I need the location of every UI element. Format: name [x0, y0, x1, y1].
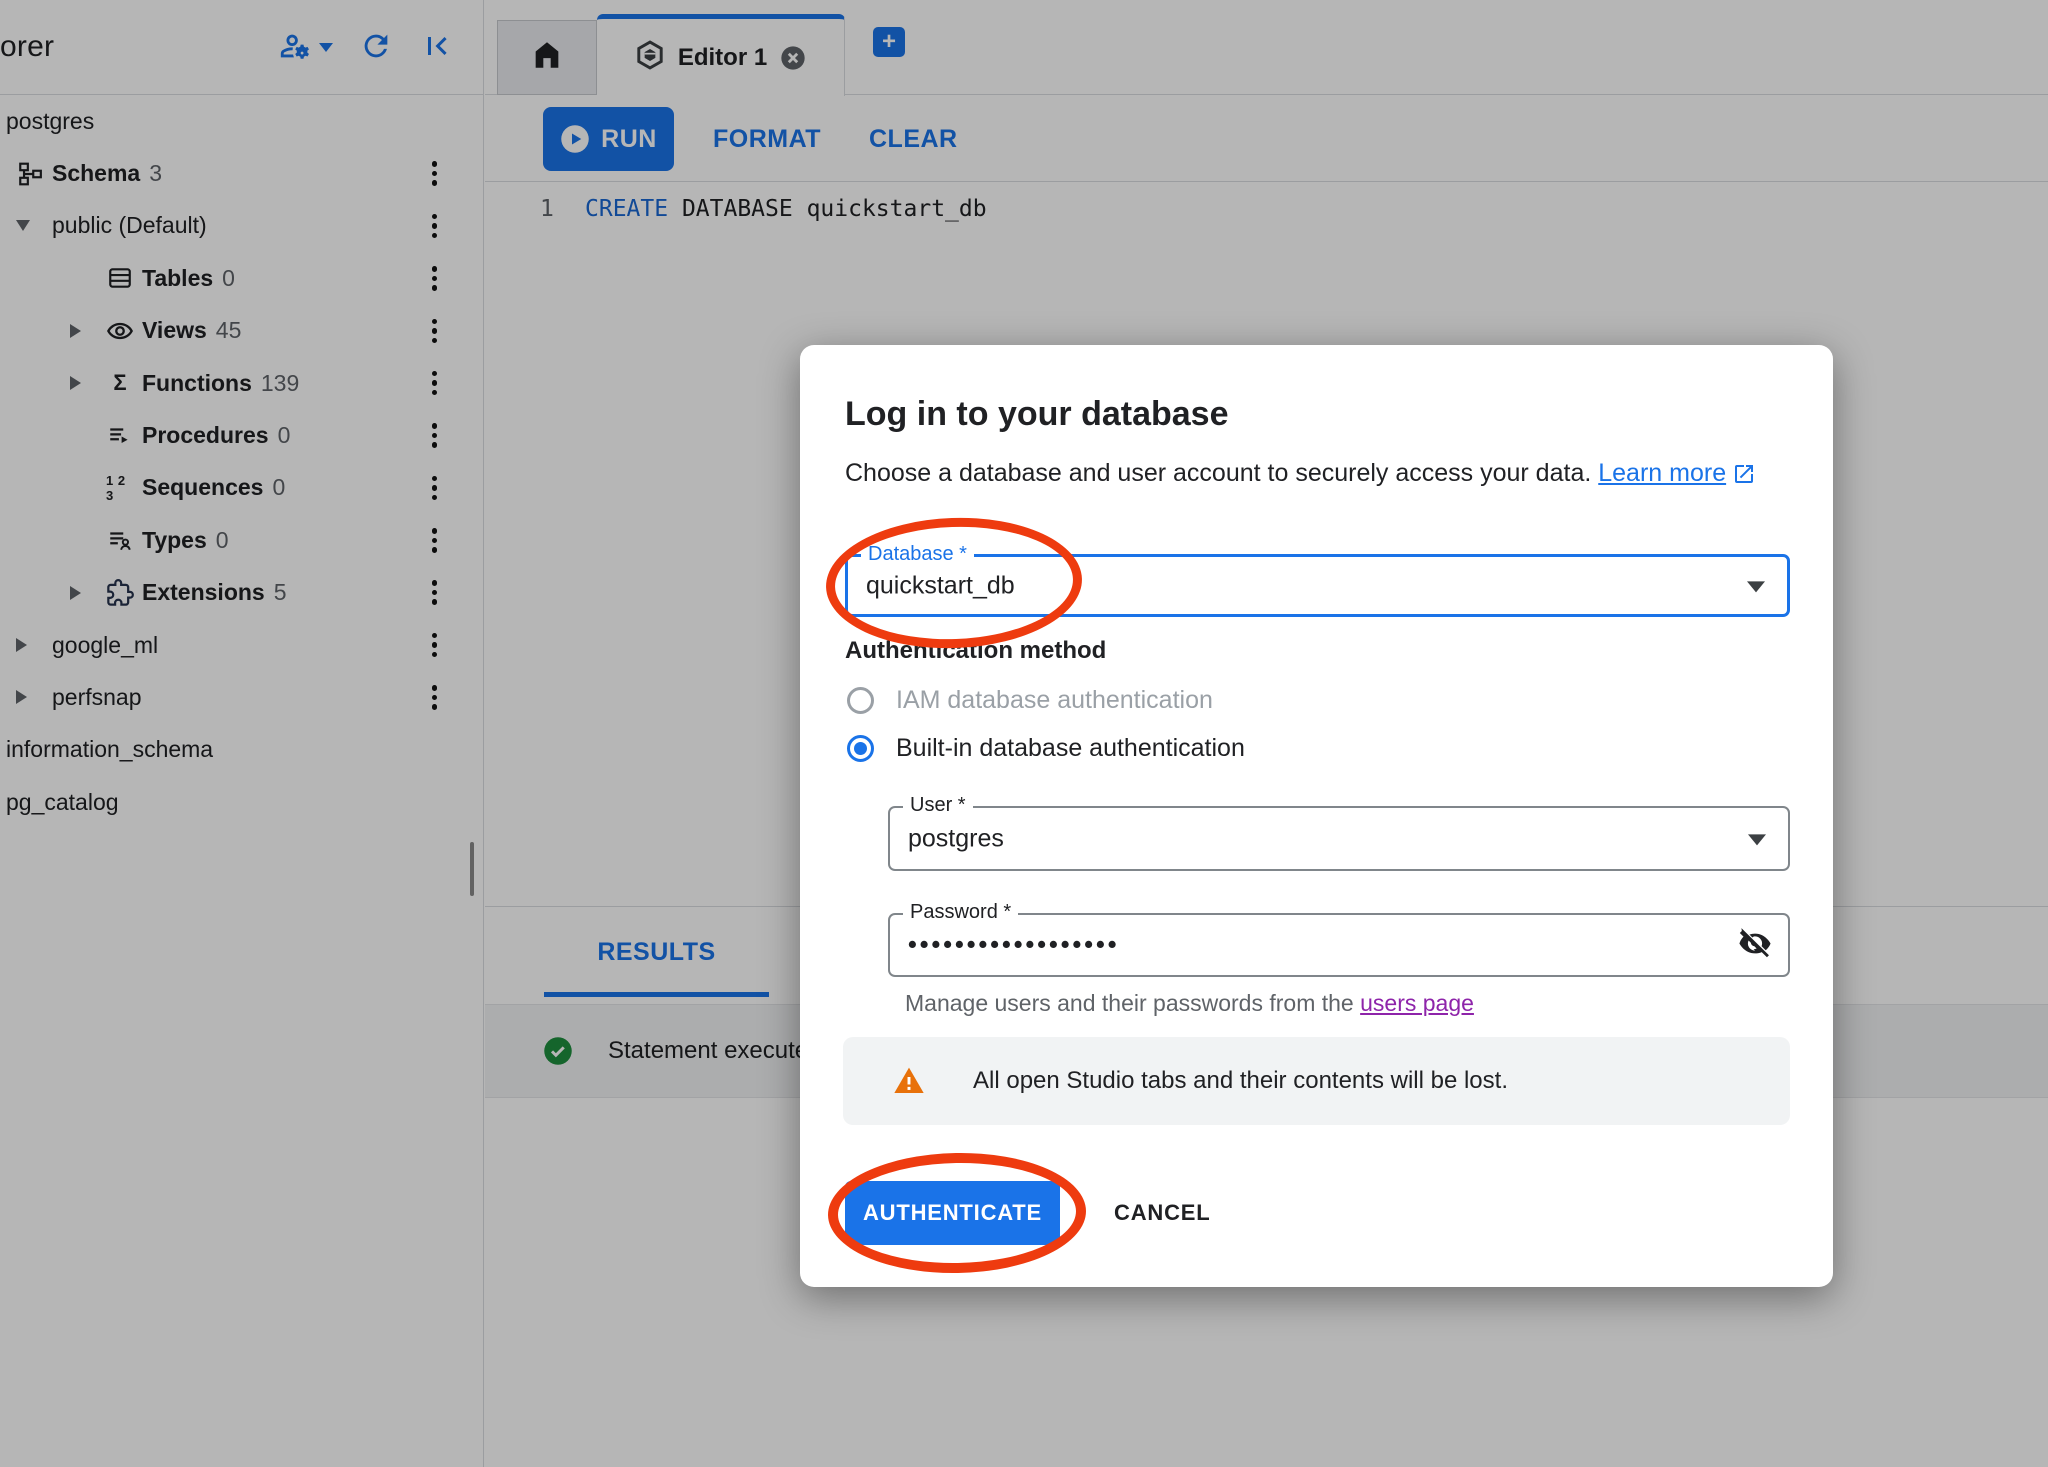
toggle-password-visibility-button[interactable]: [1738, 927, 1772, 964]
dropdown-arrow-icon[interactable]: [1748, 834, 1766, 845]
radio-selected-icon[interactable]: [847, 735, 874, 762]
radio-unselected-icon[interactable]: [847, 687, 874, 714]
dialog-title: Log in to your database: [845, 395, 1228, 434]
password-field-value: ••••••••••••••••••: [908, 931, 1120, 960]
radio-iam-label: IAM database authentication: [896, 686, 1213, 715]
users-page-link[interactable]: users page: [1360, 990, 1474, 1016]
helper-prefix: Manage users and their passwords from th…: [905, 990, 1360, 1016]
radio-iam-auth[interactable]: IAM database authentication: [847, 686, 1213, 715]
warning-triangle-icon: [893, 1065, 925, 1097]
login-dialog: Log in to your database Choose a databas…: [800, 345, 1833, 1287]
database-select[interactable]: Database * quickstart_db: [845, 554, 1790, 617]
warning-text: All open Studio tabs and their contents …: [973, 1067, 1508, 1095]
auth-method-label: Authentication method: [845, 637, 1106, 665]
authenticate-button[interactable]: AUTHENTICATE: [845, 1181, 1060, 1245]
user-select[interactable]: User * postgres: [888, 806, 1790, 871]
user-select-value: postgres: [908, 824, 1004, 853]
warning-banner: All open Studio tabs and their contents …: [843, 1037, 1790, 1125]
password-field-label: Password *: [903, 901, 1018, 924]
cancel-button[interactable]: CANCEL: [1108, 1199, 1216, 1227]
dialog-subtitle: Choose a database and user account to se…: [845, 459, 1756, 488]
app-root: orer: [0, 0, 2048, 1467]
external-link-icon: [1732, 462, 1756, 486]
dialog-actions: AUTHENTICATE CANCEL: [845, 1181, 1216, 1245]
radio-builtin-auth[interactable]: Built-in database authentication: [847, 734, 1245, 763]
password-helper-text: Manage users and their passwords from th…: [905, 990, 1474, 1017]
user-select-label: User *: [903, 794, 973, 817]
dropdown-arrow-icon[interactable]: [1747, 581, 1765, 592]
password-field[interactable]: Password * ••••••••••••••••••: [888, 913, 1790, 977]
database-select-label: Database *: [861, 543, 974, 566]
visibility-off-icon: [1738, 927, 1772, 964]
learn-more-link[interactable]: Learn more: [1598, 459, 1756, 488]
learn-more-label: Learn more: [1598, 459, 1726, 488]
radio-builtin-label: Built-in database authentication: [896, 734, 1245, 763]
database-select-value: quickstart_db: [866, 571, 1015, 600]
dialog-subtitle-text: Choose a database and user account to se…: [845, 459, 1591, 487]
